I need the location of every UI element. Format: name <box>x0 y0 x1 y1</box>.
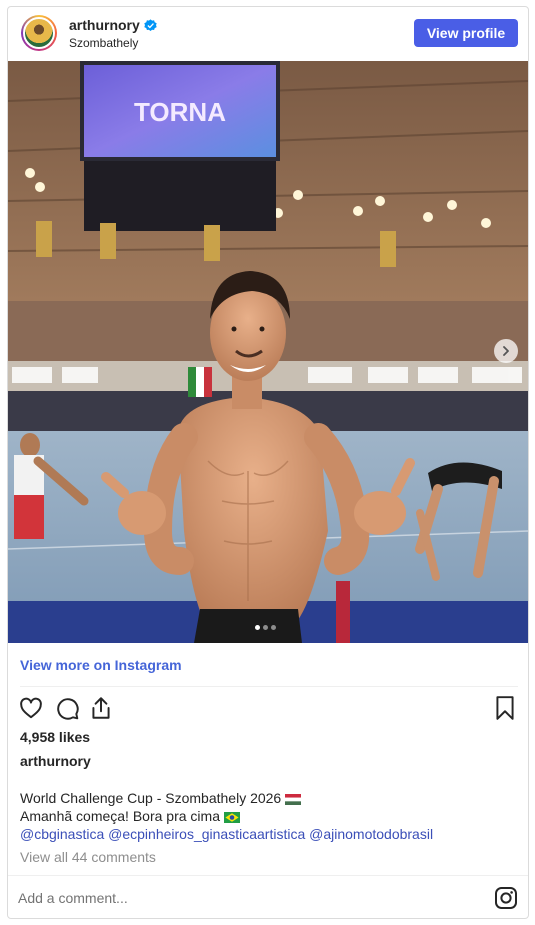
post-header: arthurnory Szombathely View profile <box>8 7 528 61</box>
bookmark-icon[interactable] <box>492 695 518 721</box>
caption-mentions[interactable]: @cbginastica @ecpinheiros_ginasticaartis… <box>20 825 520 843</box>
carousel-dot <box>263 625 268 630</box>
scoreboard-text: TORNA <box>134 97 226 127</box>
carousel-dots <box>255 625 276 630</box>
likes-count[interactable]: 4,958 likes <box>20 729 90 745</box>
divider <box>20 686 518 687</box>
instagram-embed-card: arthurnory Szombathely View profile TORN… <box>7 6 529 919</box>
carousel-dot <box>255 625 260 630</box>
heart-icon[interactable] <box>18 695 44 721</box>
comment-icon[interactable] <box>54 695 80 721</box>
caption-line-2: Amanhã começa! Bora pra cima <box>20 808 220 824</box>
chevron-right-icon <box>503 346 509 356</box>
next-photo-button[interactable] <box>494 339 518 363</box>
caption: World Challenge Cup - Szombathely 2026 A… <box>20 789 520 843</box>
verified-badge-icon <box>144 18 157 32</box>
avatar[interactable] <box>21 15 57 51</box>
action-bar <box>18 695 518 721</box>
view-more-link[interactable]: View more on Instagram <box>20 657 182 673</box>
share-icon[interactable] <box>88 695 114 721</box>
photo-illustration: TORNA <box>8 61 528 643</box>
view-all-comments-link[interactable]: View all 44 comments <box>20 849 156 865</box>
post-photo[interactable]: TORNA <box>8 61 528 643</box>
view-profile-button[interactable]: View profile <box>414 19 518 47</box>
caption-author[interactable]: arthurnory <box>20 753 91 769</box>
username-row: arthurnory <box>69 17 157 33</box>
location[interactable]: Szombathely <box>69 36 138 50</box>
carousel-dot <box>271 625 276 630</box>
brazil-flag-icon <box>223 812 240 823</box>
caption-line-1: World Challenge Cup - Szombathely 2026 <box>20 790 282 806</box>
instagram-logo-icon[interactable] <box>494 886 518 910</box>
hungary-flag-icon <box>285 794 302 805</box>
add-comment-input[interactable] <box>18 888 448 908</box>
comment-bar <box>8 875 528 918</box>
username[interactable]: arthurnory <box>69 17 140 33</box>
